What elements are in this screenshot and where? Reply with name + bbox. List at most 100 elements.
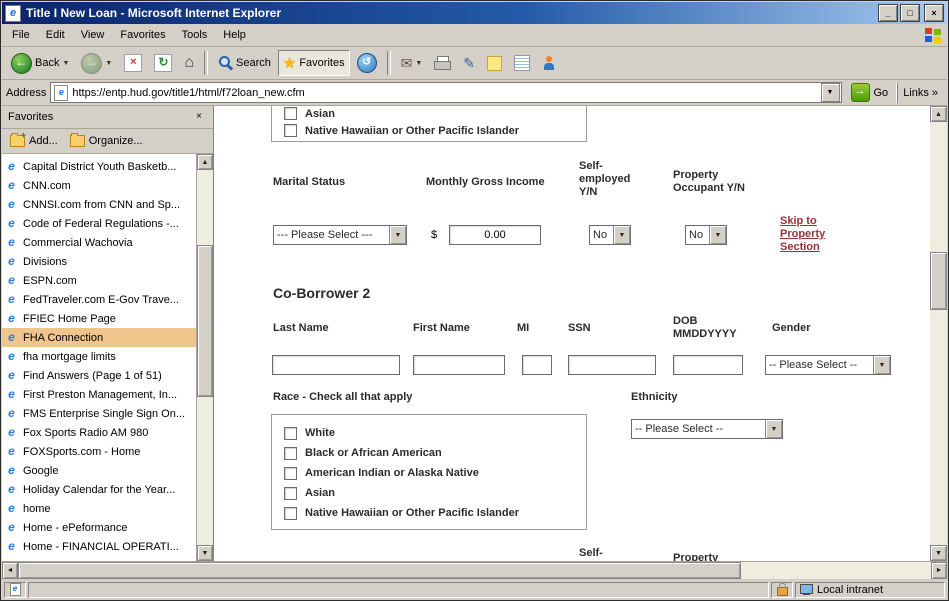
favorite-item[interactable]: e Commercial Wachovia [2,233,197,252]
scroll-down-button[interactable]: ▼ [930,545,947,561]
favorite-item[interactable]: e FMS Enterprise Single Sign On... [2,404,197,423]
favorite-item[interactable]: e Capital District Youth Basketb... [2,157,197,176]
favorite-item[interactable]: e CNNSI.com from CNN and Sp... [2,195,197,214]
race-checkbox[interactable] [284,487,297,500]
menu-item[interactable]: Tools [174,26,216,44]
menu-item[interactable]: Help [215,26,254,44]
favorite-item[interactable]: e Divisions [2,252,197,271]
refresh-button[interactable]: ↻ [149,50,177,76]
scroll-thumb[interactable] [197,245,213,397]
race-checkbox[interactable] [284,124,297,137]
race-group-coborrower1: Asian Native Hawaiian or Other Pacific I… [271,106,587,142]
self-employed-select[interactable]: No ▼ [589,225,631,245]
favorites-scrollbar[interactable]: ▲ ▼ [196,154,213,561]
maximize-button[interactable]: □ [900,4,920,22]
add-favorite-button[interactable]: Add... [10,135,58,147]
organize-favorites-icon [70,135,85,147]
favorites-button[interactable]: ★ Favorites [278,50,350,76]
favorite-item[interactable]: e fha mortgage limits [2,347,197,366]
discuss-button[interactable] [482,50,507,76]
favorite-item[interactable]: e Code of Federal Regulations -... [2,214,197,233]
favorite-item[interactable]: e First Preston Management, In... [2,385,197,404]
favorite-item[interactable]: e Find Answers (Page 1 of 51) [2,366,197,385]
close-button[interactable]: × [924,4,944,22]
scroll-thumb[interactable] [930,252,947,310]
research-button[interactable] [509,50,535,76]
favorite-item[interactable]: e FHA Connection [2,328,197,347]
home-button[interactable]: ⌂ [179,50,199,76]
back-button[interactable]: ← Back ▼ [6,50,74,76]
menu-item[interactable]: Favorites [112,26,173,44]
self-employed-value: No [590,226,613,244]
address-input[interactable]: e https://entp.hud.gov/title1/html/f72lo… [50,82,841,103]
ie-favicon: e [5,464,18,477]
property-occupant-select[interactable]: No ▼ [685,225,727,245]
favorite-item[interactable]: e CNN.com [2,176,197,195]
scroll-track[interactable] [930,122,947,545]
favorite-item[interactable]: e FedTraveler.com E-Gov Trave... [2,290,197,309]
horizontal-scrollbar[interactable]: ◄ ► [2,561,947,579]
back-dropdown-icon[interactable]: ▼ [62,60,69,67]
skip-to-property-link[interactable]: Skip to Property Section [780,215,842,254]
menu-item[interactable]: Edit [38,26,73,44]
favorite-item[interactable]: e ESPN.com [2,271,197,290]
dob-input[interactable] [673,355,743,375]
links-button[interactable]: Links » [897,83,943,103]
favorite-item[interactable]: e Fox Sports Radio AM 980 [2,423,197,442]
mail-button[interactable]: ✉ ▼ [396,50,428,76]
search-label: Search [236,57,271,69]
messenger-button[interactable] [537,50,561,76]
race-checkbox[interactable] [284,427,297,440]
scroll-up-button[interactable]: ▲ [197,154,213,170]
scroll-down-button[interactable]: ▼ [197,545,213,561]
search-button[interactable]: Search [213,50,276,76]
minimize-button[interactable]: _ [878,4,898,22]
zone-label: Local intranet [817,584,883,596]
edit-button[interactable]: ✎ [458,50,480,76]
gender-select[interactable]: -- Please Select -- ▼ [765,355,891,375]
forward-button[interactable]: → ▼ [76,50,117,76]
favorite-item-label: Commercial Wachovia [23,237,133,249]
first-name-input[interactable] [413,355,505,375]
print-button[interactable] [429,50,456,76]
marital-status-select[interactable]: --- Please Select --- ▼ [273,225,407,245]
monthly-gross-income-label: Monthly Gross Income [426,176,545,189]
favorites-close-button[interactable]: × [191,110,207,124]
scroll-right-button[interactable]: ► [931,562,947,579]
income-input[interactable] [449,225,541,245]
favorite-item[interactable]: e Home - ePeformance [2,518,197,537]
ethnicity-select[interactable]: -- Please Select -- ▼ [631,419,783,439]
stop-button[interactable]: × [119,50,147,76]
first-name-label: First Name [413,322,470,335]
address-dropdown-button[interactable]: ▼ [821,83,840,102]
race-checkbox-label: Native Hawaiian or Other Pacific Islande… [305,125,519,137]
menu-item[interactable]: View [73,26,113,44]
last-name-input[interactable] [272,355,400,375]
organize-favorites-button[interactable]: Organize... [70,135,143,147]
history-button[interactable]: ↺ [352,50,382,76]
favorite-item[interactable]: e home [2,499,197,518]
race-checkbox[interactable] [284,467,297,480]
scroll-track[interactable] [18,562,931,579]
favorite-item[interactable]: e FFIEC Home Page [2,309,197,328]
favorite-item[interactable]: e Google [2,461,197,480]
favorite-item-label: FedTraveler.com E-Gov Trave... [23,294,179,306]
scroll-track[interactable] [197,170,213,545]
race-checkbox[interactable] [284,107,297,120]
scroll-left-button[interactable]: ◄ [2,562,18,579]
go-button[interactable]: → Go [846,83,894,102]
mail-dropdown-icon[interactable]: ▼ [415,60,422,67]
scroll-thumb[interactable] [18,562,741,579]
race-checkbox[interactable] [284,447,297,460]
favorite-item[interactable]: e FOXSports.com - Home [2,442,197,461]
forward-dropdown-icon[interactable]: ▼ [105,60,112,67]
race-checkbox[interactable] [284,507,297,520]
favorite-item[interactable]: e Home - FINANCIAL OPERATI... [2,537,197,556]
mi-input[interactable] [522,355,552,375]
title-bar: e Title I New Loan - Microsoft Internet … [2,2,947,24]
vertical-scrollbar[interactable]: ▲ ▼ [930,106,947,561]
ssn-input[interactable] [568,355,656,375]
scroll-up-button[interactable]: ▲ [930,106,947,122]
favorite-item[interactable]: e Holiday Calendar for the Year... [2,480,197,499]
menu-item[interactable]: File [4,26,38,44]
